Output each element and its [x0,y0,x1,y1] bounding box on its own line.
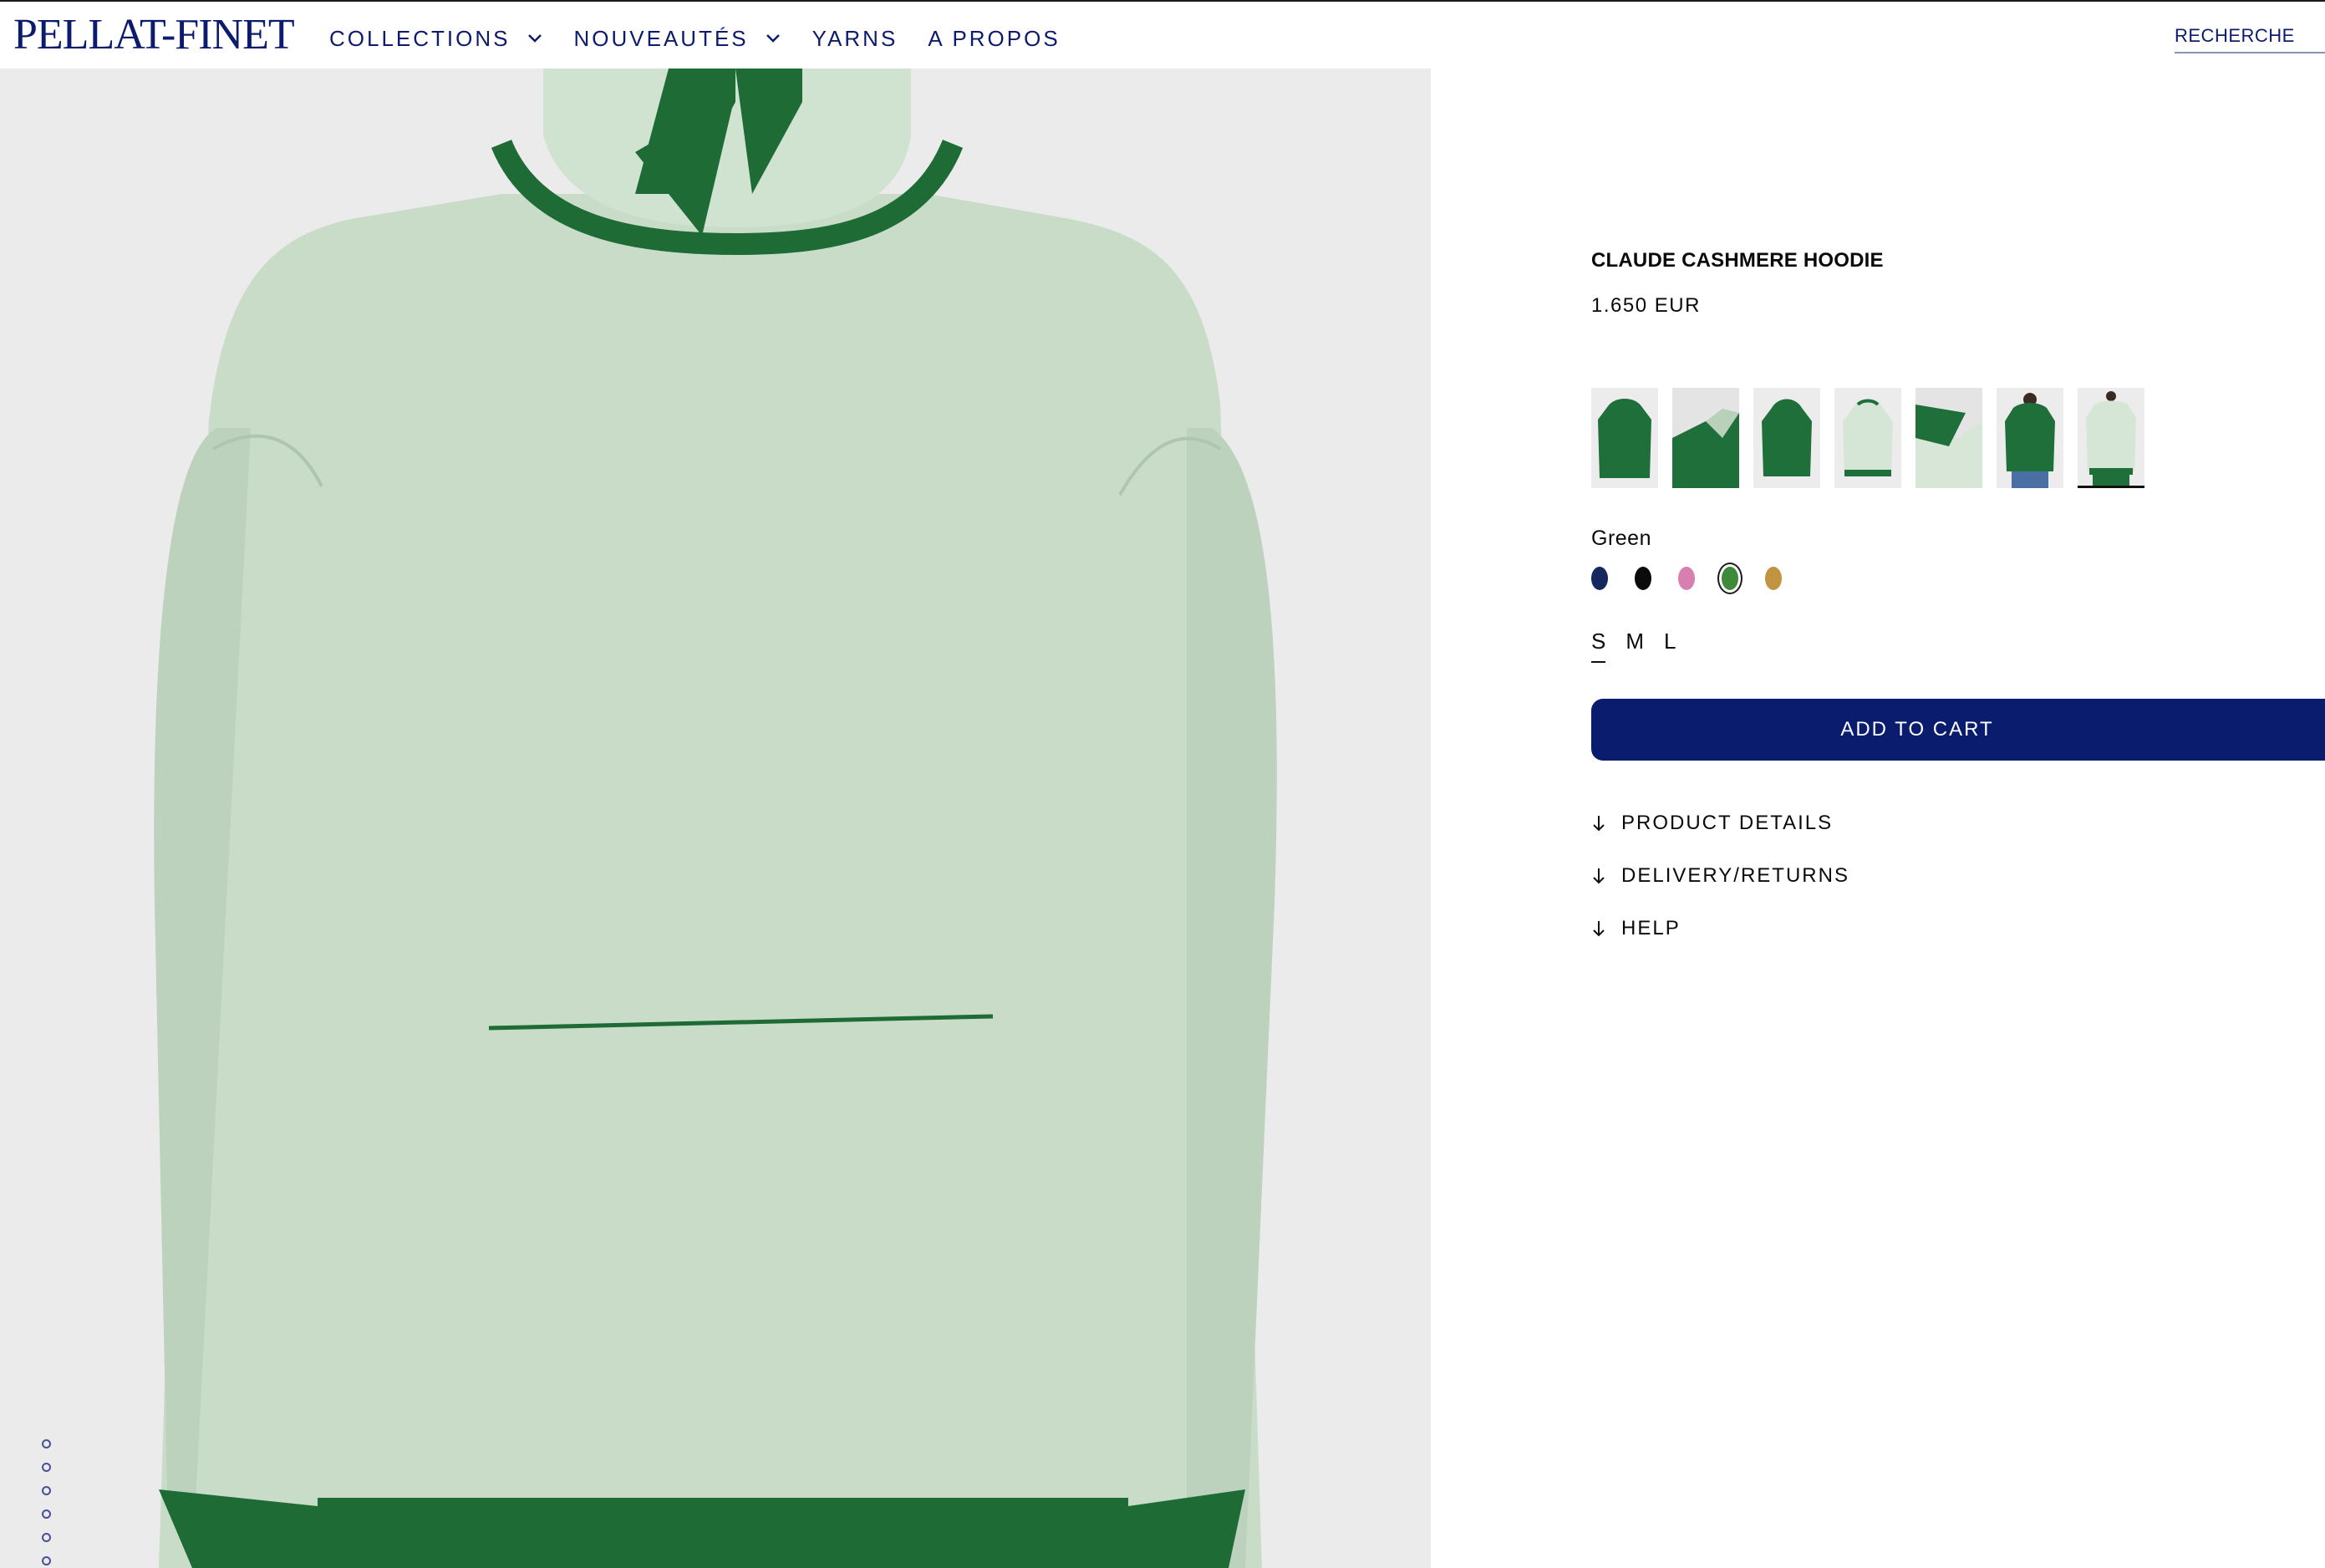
thumbnail-1[interactable] [1591,388,1658,488]
color-swatch-camel[interactable] [1765,567,1782,590]
size-option-s[interactable]: S [1591,629,1606,663]
chevron-down-icon [766,34,780,43]
selected-color-label: Green [1591,527,1651,550]
arrow-down-icon [1593,816,1605,832]
gallery-dot[interactable] [42,1509,51,1519]
color-swatch-navy[interactable] [1591,567,1608,590]
site-header: PELLAT-FINET COLLECTIONS NOUVEAUTÉS YARN… [0,2,2325,69]
arrow-down-icon [1593,868,1605,884]
main-menu: COLLECTIONS NOUVEAUTÉS YARNS A PROPOS [329,23,1091,53]
thumbnail-4[interactable] [1834,388,1901,488]
arrow-down-icon [1593,921,1605,937]
gallery-dot[interactable] [42,1556,51,1565]
thumbnail-6[interactable] [1997,388,2063,488]
nav-item-label: COLLECTIONS [329,25,511,51]
color-swatch-pink[interactable] [1678,567,1695,590]
accordion-help[interactable]: HELP [1591,914,1849,943]
color-swatch-black[interactable] [1635,567,1651,590]
product-title: CLAUDE CASHMERE HOODIE [1591,249,1884,272]
gallery-dot[interactable] [42,1439,51,1448]
chevron-down-icon [527,34,542,43]
nav-item-yarns[interactable]: YARNS [812,26,898,52]
size-option-m[interactable]: M [1625,629,1644,663]
product-photo [0,69,1431,1568]
color-swatch-green[interactable] [1717,563,1742,594]
color-swatches [1591,563,1809,594]
nav-item-label: A PROPOS [928,25,1061,51]
accordion-label: PRODUCT DETAILS [1621,812,1834,834]
product-price: 1.650 EUR [1591,294,1701,317]
nav-item-collections[interactable]: COLLECTIONS [329,26,544,52]
gallery-dot[interactable] [42,1533,51,1542]
gallery-pagination [40,1439,53,1568]
thumbnail-3[interactable] [1753,388,1820,488]
nav-item-label: YARNS [811,25,898,51]
size-option-l[interactable]: L [1664,629,1676,663]
thumbnail-7-selected[interactable] [2078,388,2144,488]
accordion-delivery-returns[interactable]: DELIVERY/RETURNS [1591,862,1849,890]
product-accordion: PRODUCT DETAILS DELIVERY/RETURNS HELP [1591,809,1849,967]
accordion-label: HELP [1621,917,1681,939]
gallery-dot[interactable] [42,1486,51,1495]
thumbnail-5[interactable] [1915,388,1982,488]
add-to-cart-button[interactable]: ADD TO CART [1591,699,2325,761]
nav-item-label: NOUVEAUTÉS [573,25,749,51]
thumbnail-2[interactable] [1672,388,1739,488]
brand-logo[interactable]: PELLAT-FINET [13,12,295,59]
accordion-label: DELIVERY/RETURNS [1621,864,1849,887]
nav-item-nouveautes[interactable]: NOUVEAUTÉS [574,26,782,52]
product-image-panel[interactable] [0,69,1431,1568]
nav-item-a-propos[interactable]: A PROPOS [928,26,1060,52]
search-link[interactable]: RECHERCHE [2175,25,2325,53]
size-selector: S M L [1591,629,1696,663]
thumbnail-strip [1591,388,2159,488]
gallery-dot[interactable] [42,1463,51,1472]
accordion-product-details[interactable]: PRODUCT DETAILS [1591,809,1849,837]
